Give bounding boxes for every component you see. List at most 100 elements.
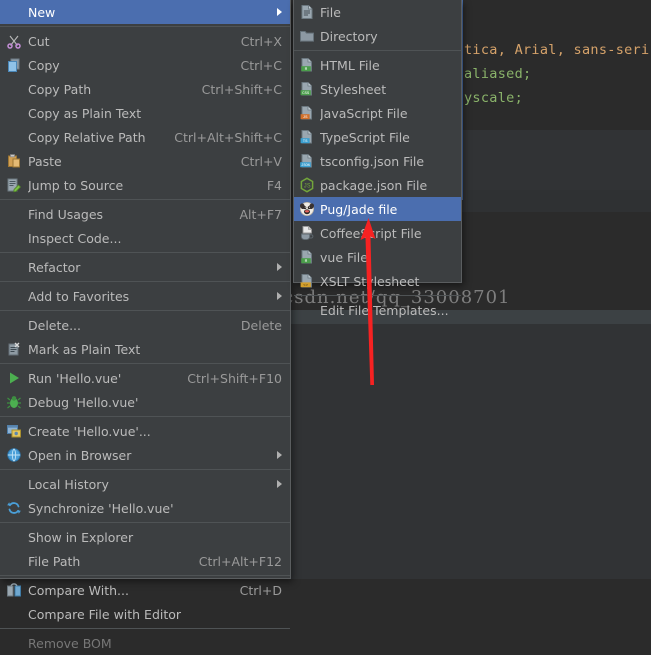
submenu-item-edit-file-templates[interactable]: Edit File Templates... [294,298,461,322]
menu-item-inspect-code[interactable]: Inspect Code... [0,226,290,250]
svg-text:JS: JS [303,182,311,189]
scissors-icon [0,29,28,53]
submenu-item-label: Edit File Templates... [320,302,449,318]
js-file-icon: JS [294,101,320,125]
menu-item-copy[interactable]: Copy Ctrl+C [0,53,290,77]
menu-separator [0,628,290,629]
chevron-right-icon [277,451,282,459]
menu-item-debug[interactable]: Debug 'Hello.vue' [0,390,290,414]
menu-item-label: Jump to Source [28,177,124,193]
svg-text:CSS: CSS [302,92,310,96]
blank-icon [294,298,320,322]
menu-item-show-in-explorer[interactable]: Show in Explorer [0,525,290,549]
xslt-file-icon: <> [294,269,320,293]
menu-item-copy-as-plain-text[interactable]: Copy as Plain Text [0,101,290,125]
submenu-item-stylesheet[interactable]: CSS Stylesheet [294,77,461,101]
menu-item-run[interactable]: Run 'Hello.vue' Ctrl+Shift+F10 [0,366,290,390]
chevron-right-icon [277,480,282,488]
menu-item-delete[interactable]: Delete... Delete [0,313,290,337]
submenu-item-file[interactable]: File [294,0,461,24]
blank-icon [0,313,28,337]
blank-icon [0,472,28,496]
submenu-item-label: package.json File [320,177,428,193]
submenu-item-label: TypeScript File [320,129,410,145]
submenu-item-typescript-file[interactable]: TS TypeScript File [294,125,461,149]
html-file-icon: H [294,53,320,77]
submenu-item-html-file[interactable]: H HTML File [294,53,461,77]
menu-item-local-history[interactable]: Local History [0,472,290,496]
menu-item-add-to-favorites[interactable]: Add to Favorites [0,284,290,308]
menu-item-open-in-browser[interactable]: Open in Browser [0,443,290,467]
menu-separator [0,252,290,253]
submenu-item-pug-jade-file[interactable]: Pug/Jade file [294,197,461,221]
submenu-separator [294,50,461,51]
menu-item-cut[interactable]: Cut Ctrl+X [0,29,290,53]
debug-icon [0,390,28,414]
blank-icon [0,125,28,149]
menu-item-remove-bom: Remove BOM [0,631,290,655]
create-icon [0,419,28,443]
menu-item-shortcut: Ctrl+V [240,153,282,169]
code-text: yscale; [464,90,523,106]
menu-separator [0,522,290,523]
menu-item-shortcut: Ctrl+Alt+Shift+C [174,129,282,145]
submenu-item-label: vue File [320,249,368,265]
menu-item-label: Run 'Hello.vue' [28,370,122,386]
blank-icon [0,602,28,626]
menu-item-create[interactable]: Create 'Hello.vue'... [0,419,290,443]
compare-icon [0,578,28,602]
svg-text:<>: <> [303,283,308,288]
new-submenu[interactable]: File Directory H HTML File CSS Styleshee… [293,0,462,318]
submenu-item-xslt-stylesheet[interactable]: <> XSLT Stylesheet [294,269,461,293]
menu-item-find-usages[interactable]: Find Usages Alt+F7 [0,202,290,226]
context-menu[interactable]: New Cut Ctrl+X Copy Ctrl+C Copy Path Ctr… [0,0,291,651]
menu-item-label: Remove BOM [28,635,112,651]
blank-icon [0,0,28,24]
menu-separator [0,469,290,470]
menu-separator [0,416,290,417]
menu-item-compare-with[interactable]: Compare With... Ctrl+D [0,578,290,602]
menu-item-paste[interactable]: Paste Ctrl+V [0,149,290,173]
menu-item-label: Delete... [28,317,81,333]
menu-separator [0,281,290,282]
menu-item-file-path[interactable]: File Path Ctrl+Alt+F12 [0,549,290,573]
menu-item-refactor[interactable]: Refactor [0,255,290,279]
mark-plain-text-icon [0,337,28,361]
menu-item-label: Paste [28,153,62,169]
blank-icon [0,255,28,279]
menu-item-mark-as-plain-text[interactable]: Mark as Plain Text [0,337,290,361]
menu-item-copy-path[interactable]: Copy Path Ctrl+Shift+C [0,77,290,101]
submenu-item-label: XSLT Stylesheet [320,273,420,289]
menu-item-synchronize[interactable]: Synchronize 'Hello.vue' [0,496,290,520]
menu-item-new[interactable]: New [0,0,290,24]
menu-item-label: Copy [28,57,60,73]
blank-icon [0,525,28,549]
submenu-item-tsconfig-json-file[interactable]: JSON tsconfig.json File [294,149,461,173]
menu-item-jump-to-source[interactable]: Jump to Source F4 [0,173,290,197]
submenu-item-vue-file[interactable]: H vue File [294,245,461,269]
pug-file-icon [294,197,320,221]
code-line: tica, Arial, sans-seri [464,42,649,58]
submenu-item-coffeescript-file[interactable]: CoffeeScript File [294,221,461,245]
svg-text:TS: TS [303,140,308,144]
submenu-item-label: tsconfig.json File [320,153,425,169]
editor-strip [462,190,651,212]
submenu-item-package-json-file[interactable]: JS package.json File [294,173,461,197]
editor-gutter-band [462,130,651,190]
submenu-item-directory[interactable]: Directory [294,24,461,48]
chevron-right-icon [277,8,282,16]
blank-icon [0,77,28,101]
menu-item-label: Local History [28,476,109,492]
menu-item-compare-file-with-editor[interactable]: Compare File with Editor [0,602,290,626]
menu-item-shortcut: Ctrl+Shift+F10 [187,370,282,386]
code-line: aliased; [464,66,531,82]
menu-item-label: Synchronize 'Hello.vue' [28,500,174,516]
blank-icon [0,631,28,655]
menu-item-label: Refactor [28,259,81,275]
menu-item-label: File Path [28,553,81,569]
chevron-right-icon [277,292,282,300]
submenu-item-javascript-file[interactable]: JS JavaScript File [294,101,461,125]
submenu-separator [294,295,461,296]
menu-item-copy-relative-path[interactable]: Copy Relative Path Ctrl+Alt+Shift+C [0,125,290,149]
submenu-item-label: Pug/Jade file [320,201,398,217]
